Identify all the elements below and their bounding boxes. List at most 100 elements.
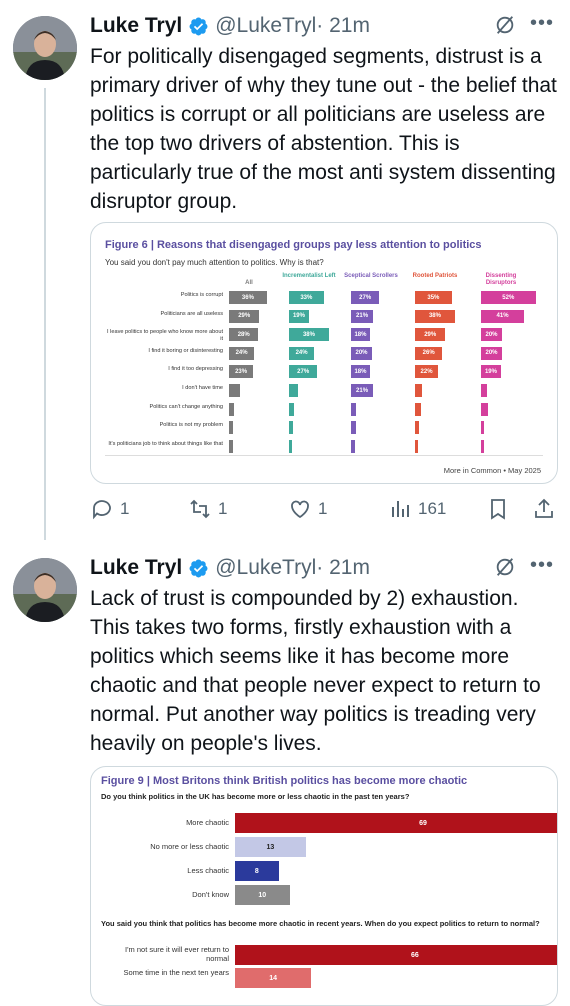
bar: 41% xyxy=(481,309,525,323)
bar xyxy=(415,421,420,435)
retweet-button[interactable]: 1 xyxy=(188,494,227,524)
heart-icon xyxy=(291,500,309,519)
series-header: Dissenting Disruptors xyxy=(485,273,517,286)
category-label: Don't know xyxy=(192,890,229,899)
grok-icon[interactable] xyxy=(494,14,516,36)
views-count: 161 xyxy=(418,499,447,518)
bar xyxy=(351,402,357,416)
bar xyxy=(481,421,485,435)
grok-icon[interactable] xyxy=(494,556,516,578)
bar: 38% xyxy=(415,309,455,323)
bar xyxy=(481,384,488,397)
more-options-icon[interactable]: ••• xyxy=(530,12,554,35)
bar: 38% xyxy=(289,328,329,342)
retweet-icon xyxy=(190,499,210,519)
tweet-text: Lack of trust is compounded by 2) exhaus… xyxy=(90,587,541,755)
bar: 18% xyxy=(351,365,370,379)
bar: 27% xyxy=(351,291,380,304)
bar: 33% xyxy=(289,291,324,304)
category-label: No more or less chaotic xyxy=(150,842,229,851)
series-header: All xyxy=(245,280,253,286)
chart-subtitle: You said you don't pay much attention to… xyxy=(105,258,324,267)
bar: 13 xyxy=(235,837,306,857)
bar: 28% xyxy=(229,328,259,342)
bar xyxy=(481,439,484,453)
bar: 20% xyxy=(351,346,372,360)
bar: 35% xyxy=(415,291,452,304)
bar xyxy=(481,402,489,416)
bar: 29% xyxy=(229,309,260,323)
reply-count: 1 xyxy=(120,499,130,518)
category-label: Politics is corrupt xyxy=(180,292,223,298)
category-label: I don't have time xyxy=(182,385,223,391)
bar: 21% xyxy=(351,384,374,397)
bar xyxy=(289,421,294,435)
bar: 18% xyxy=(351,328,370,342)
bar xyxy=(289,402,295,416)
avatar[interactable] xyxy=(13,16,77,80)
chart-title: Figure 9 | Most Britons think British po… xyxy=(101,775,468,787)
bar: 21% xyxy=(351,309,374,323)
category-label: Politics is not my problem xyxy=(159,422,223,429)
bar: 10 xyxy=(235,885,290,905)
category-label: Politicians are all useless xyxy=(160,310,224,317)
bar: 29% xyxy=(415,328,446,342)
category-label: It's politicians job to think about thin… xyxy=(108,440,223,447)
bookmark-icon xyxy=(491,499,505,520)
author-handle[interactable]: @LukeTryl xyxy=(215,556,316,580)
bar xyxy=(229,384,240,397)
share-icon xyxy=(535,498,553,518)
thread-line xyxy=(44,88,46,540)
bar: 66 xyxy=(235,945,557,965)
category-label: Politics can't change anything xyxy=(149,403,223,410)
views-button[interactable]: 161 xyxy=(388,494,446,524)
bar: 8 xyxy=(235,861,279,881)
bookmark-button[interactable] xyxy=(486,494,516,524)
bar: 19% xyxy=(289,309,309,323)
reply-button[interactable]: 1 xyxy=(90,494,129,524)
bar: 22% xyxy=(415,365,439,379)
bar xyxy=(351,421,357,435)
bar xyxy=(415,384,423,397)
tweet-2[interactable]: Luke Tryl @LukeTryl · 21m ••• Lack of tr… xyxy=(0,542,570,1006)
like-button[interactable]: 1 xyxy=(288,494,327,524)
author-name[interactable]: Luke Tryl xyxy=(90,556,182,580)
figure-6-card[interactable]: Figure 6 | Reasons that disengaged group… xyxy=(90,222,558,484)
tweet-actions: 1 1 1 161 xyxy=(90,494,560,524)
tweet-header: Luke Tryl @LukeTryl · 21m xyxy=(90,12,370,40)
bar xyxy=(229,402,235,416)
tweet-time[interactable]: · 21m xyxy=(316,14,370,38)
category-label: Some time in the next ten years xyxy=(123,968,229,977)
verified-badge-icon xyxy=(189,559,208,577)
author-name[interactable]: Luke Tryl xyxy=(90,14,182,38)
like-count: 1 xyxy=(318,499,328,518)
category-label: I find it boring or disinteresting xyxy=(148,347,223,354)
bar: 24% xyxy=(289,346,315,360)
tweet-time[interactable]: · 21m xyxy=(316,556,370,580)
series-header: Incrementalist Left xyxy=(282,273,336,279)
bar xyxy=(289,439,293,453)
tweet-text: For politically disengaged segments, dis… xyxy=(90,45,557,213)
bar: 69 xyxy=(235,813,557,833)
bar: 36% xyxy=(229,291,267,304)
more-options-icon[interactable]: ••• xyxy=(530,554,554,577)
category-label: I'm not sure it will ever return to norm… xyxy=(125,945,229,963)
bar: 20% xyxy=(481,346,502,360)
tweet-1[interactable]: Luke Tryl @LukeTryl · 21m ••• For politi… xyxy=(0,0,570,540)
figure-9-card[interactable]: Figure 9 | Most Britons think British po… xyxy=(90,766,558,1006)
bar: 24% xyxy=(229,346,255,360)
bar: 27% xyxy=(289,365,318,379)
chart-title: Figure 6 | Reasons that disengaged group… xyxy=(105,239,482,251)
series-header: Sceptical Scrollers xyxy=(344,273,398,279)
bar: 19% xyxy=(481,365,501,379)
bar xyxy=(229,439,234,453)
series-header: Rooted Patriots xyxy=(412,273,458,279)
bar xyxy=(289,384,299,397)
bar: 20% xyxy=(481,328,502,342)
author-handle[interactable]: @LukeTryl xyxy=(215,14,316,38)
divider xyxy=(105,455,543,456)
share-button[interactable] xyxy=(532,494,562,524)
retweet-count: 1 xyxy=(218,499,228,518)
avatar[interactable] xyxy=(13,558,77,622)
question-2: You said you think that politics has bec… xyxy=(101,919,540,928)
